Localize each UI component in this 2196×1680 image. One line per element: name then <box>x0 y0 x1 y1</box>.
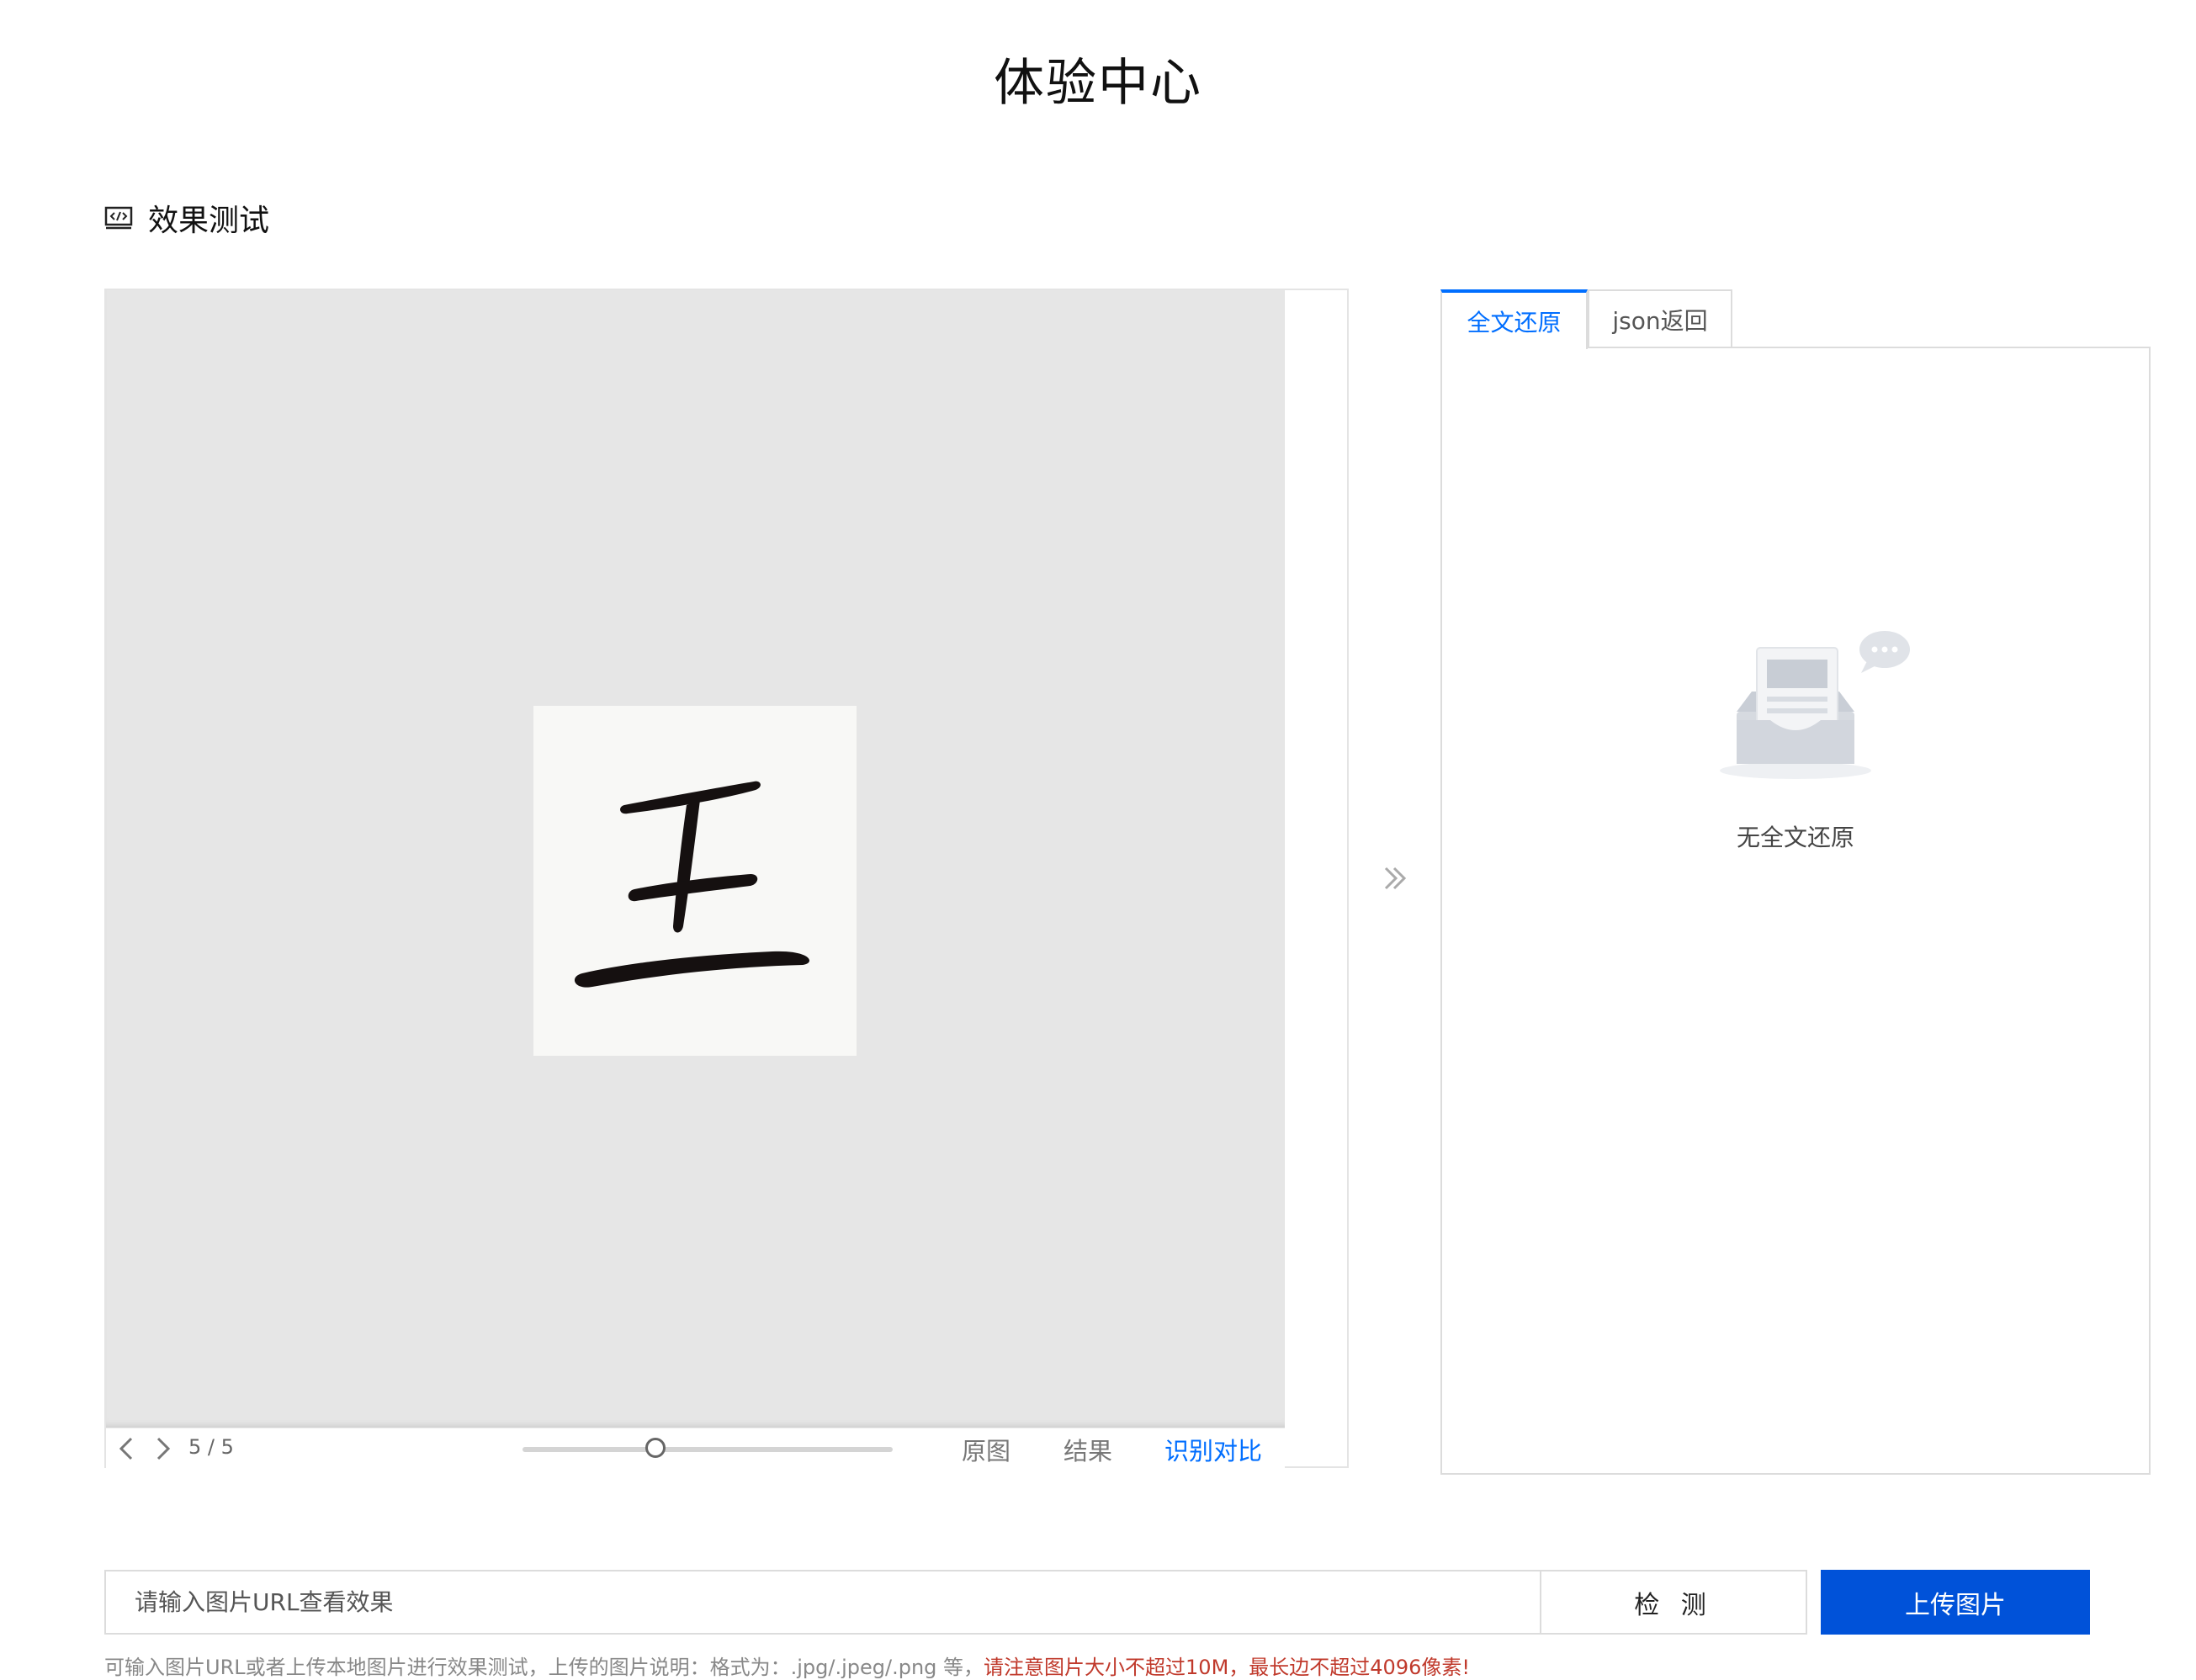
empty-state-text: 无全文还原 <box>1736 824 1854 851</box>
section-header: 效果测试 <box>104 196 269 240</box>
upload-size-warning: 请注意图片大小不超过10M，最长边不超过4096像素! <box>984 1656 1470 1679</box>
upload-image-button[interactable]: 上传图片 <box>1821 1570 2090 1635</box>
upload-instructions: 可输入图片URL或者上传本地图片进行效果测试，上传的图片说明：格式为：.jpg/… <box>104 1651 1470 1680</box>
code-window-icon <box>104 206 133 230</box>
preview-image <box>533 706 857 1056</box>
double-chevron-right-icon <box>1384 866 1407 890</box>
section-title: 效果测试 <box>148 204 270 238</box>
tab-fulltext[interactable]: 全文还原 <box>1440 289 1588 349</box>
result-panel: 无全文还原 <box>1440 347 2151 1475</box>
zoom-slider-handle[interactable] <box>645 1438 666 1458</box>
zoom-slider[interactable] <box>522 1447 893 1452</box>
tab-json[interactable]: json返回 <box>1588 289 1732 347</box>
viewer-canvas[interactable] <box>106 290 1285 1428</box>
detect-button[interactable]: 检 测 <box>1540 1570 1807 1635</box>
chevron-right-icon[interactable] <box>150 1432 175 1465</box>
image-url-input[interactable] <box>104 1570 1540 1635</box>
view-mode-result[interactable]: 结果 <box>1064 1432 1112 1467</box>
viewer-toolbar: 5 / 5 原图 结果 识别对比 <box>106 1428 1285 1469</box>
chevron-left-icon[interactable] <box>114 1432 140 1465</box>
view-mode-original[interactable]: 原图 <box>962 1432 1010 1467</box>
image-viewer: 5 / 5 原图 结果 识别对比 <box>104 289 1349 1469</box>
page-counter: 5 / 5 <box>188 1435 234 1459</box>
empty-inbox-icon <box>1720 631 1910 779</box>
view-mode-compare[interactable]: 识别对比 <box>1164 1432 1262 1467</box>
calligraphy-character-image <box>574 781 810 988</box>
upload-instructions-text: 可输入图片URL或者上传本地图片进行效果测试，上传的图片说明：格式为：.jpg/… <box>104 1656 984 1679</box>
page-title: 体验中心 <box>994 54 1202 113</box>
